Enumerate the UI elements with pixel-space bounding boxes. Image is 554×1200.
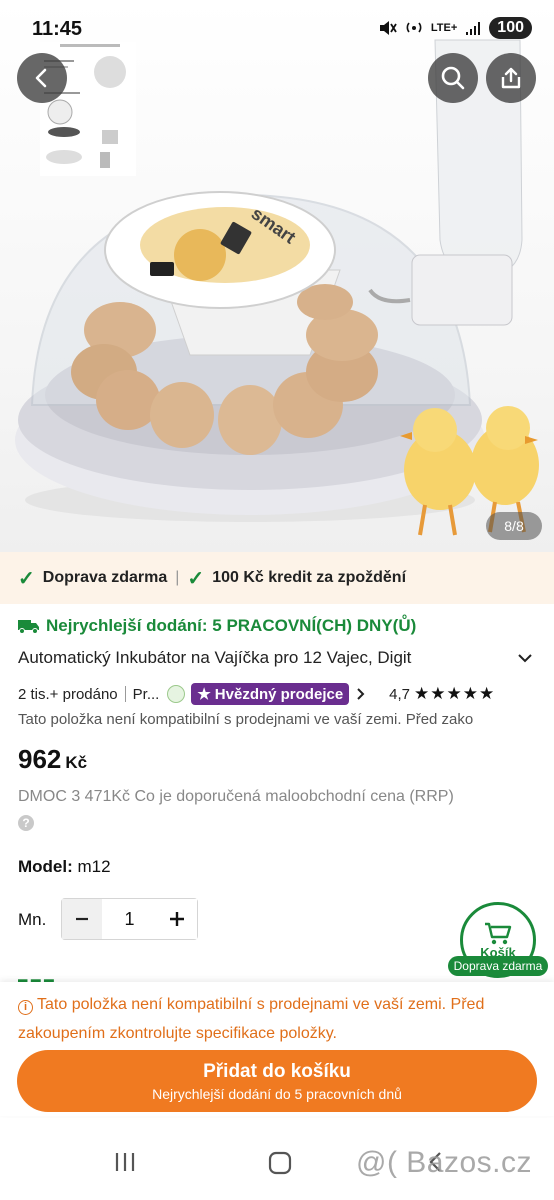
product-image-gallery[interactable]: smart 11:45 LTE+ 100 8/8 xyxy=(0,0,554,552)
cart-free-shipping-badge: Doprava zdarma xyxy=(448,956,548,976)
product-title-row[interactable]: Automatický Inkubátor na Vajíčka pro 12 … xyxy=(18,645,538,671)
quantity-value[interactable]: 1 xyxy=(102,899,157,939)
back-arrow-icon xyxy=(35,68,47,88)
image-page-counter: 8/8 xyxy=(486,512,542,540)
chevron-down-icon[interactable] xyxy=(516,649,534,667)
signal-icon xyxy=(466,22,481,35)
search-icon xyxy=(441,66,465,90)
star-seller-label: Hvězdný prodejce xyxy=(214,685,344,703)
star-icon: ★ xyxy=(197,686,211,703)
back-button[interactable] xyxy=(17,53,67,103)
model-label: Model: xyxy=(18,857,73,876)
info-icon: i xyxy=(18,1000,33,1015)
status-bar: 11:45 LTE+ 100 xyxy=(0,0,554,56)
hotspot-icon xyxy=(406,22,422,33)
check-icon: ✓ xyxy=(18,567,35,590)
rrp-text: DMOC 3 471Kč Co je doporučená maloobchod… xyxy=(18,788,454,805)
check-icon: ✓ xyxy=(187,567,205,590)
chevron-right-icon[interactable] xyxy=(355,687,367,701)
seller-name[interactable]: Pr... xyxy=(133,686,160,703)
price: 962 Kč xyxy=(18,744,87,775)
delivery-text: Nejrychlejší dodání: 5 PRACOVNÍ(CH) DNY(… xyxy=(46,616,417,635)
seller-logo[interactable] xyxy=(167,685,186,703)
sold-count: 2 tis.+ prodáno xyxy=(18,685,118,703)
product-meta-row: 2 tis.+ prodáno Pr... ★ Hvězdný prodejce… xyxy=(18,681,554,707)
mute-icon xyxy=(379,21,397,35)
fastest-delivery: Nejrychlejší dodání: 5 PRACOVNÍ(CH) DNY(… xyxy=(18,616,416,636)
quantity-stepper[interactable]: 1 xyxy=(61,898,198,940)
plus-icon xyxy=(170,912,184,926)
search-button[interactable] xyxy=(428,53,478,103)
status-icons: LTE+ 100 xyxy=(377,17,532,39)
cart-icon xyxy=(485,922,512,944)
minus-icon xyxy=(76,917,88,921)
watermark: @( Bazos.cz xyxy=(356,1146,532,1179)
benefit-free-shipping: Doprava zdarma xyxy=(42,569,168,586)
compatibility-note: Tato položka není kompatibilní s prodejn… xyxy=(18,711,474,728)
home-icon[interactable] xyxy=(268,1151,292,1175)
star-seller-badge[interactable]: ★ Hvězdný prodejce xyxy=(191,683,350,705)
delivery-truck-icon xyxy=(18,620,39,634)
share-button[interactable] xyxy=(486,53,536,103)
share-icon xyxy=(501,67,521,89)
benefit-delay-credit: 100 Kč kredit za zpoždění xyxy=(212,569,407,586)
meta-divider xyxy=(124,686,126,702)
model-row[interactable]: Model: m12 xyxy=(18,857,111,877)
benefit-divider: | xyxy=(175,569,180,586)
add-to-cart-label: Přidat do košíku xyxy=(203,1060,351,1082)
add-to-cart-button[interactable]: Přidat do košíku Nejrychlejší dodání do … xyxy=(17,1050,537,1112)
price-value: 962 xyxy=(18,744,62,774)
model-value: m12 xyxy=(77,857,111,876)
status-time: 11:45 xyxy=(32,18,83,40)
warning-text: Tato položka není kompatibilní s prodejn… xyxy=(18,996,485,1042)
battery-indicator: 100 xyxy=(489,17,532,39)
add-to-cart-sublabel: Nejrychlejší dodání do 5 pracovních dnů xyxy=(152,1085,402,1102)
quantity-label: Mn. xyxy=(18,910,47,929)
bottom-action-panel: i Tato položka není kompatibilní s prodej… xyxy=(0,982,554,1116)
benefits-strip[interactable]: ✓ Doprava zdarma | ✓ 100 Kč kredit za zp… xyxy=(0,552,554,604)
decrease-quantity-button[interactable] xyxy=(62,899,102,939)
compatibility-warning: i Tato položka není kompatibilní s prodej… xyxy=(18,990,538,1048)
network-type: LTE+ xyxy=(430,22,458,34)
rating-stars[interactable]: ★★★★★ xyxy=(414,684,495,704)
price-currency: Kč xyxy=(65,753,88,772)
product-title: Automatický Inkubátor na Vajíčka pro 12 … xyxy=(18,648,412,667)
help-icon[interactable]: ? xyxy=(18,815,34,831)
recent-apps-icon[interactable] xyxy=(113,1150,137,1174)
increase-quantity-button[interactable] xyxy=(157,899,197,939)
rating-value[interactable]: 4,7 xyxy=(389,686,410,703)
